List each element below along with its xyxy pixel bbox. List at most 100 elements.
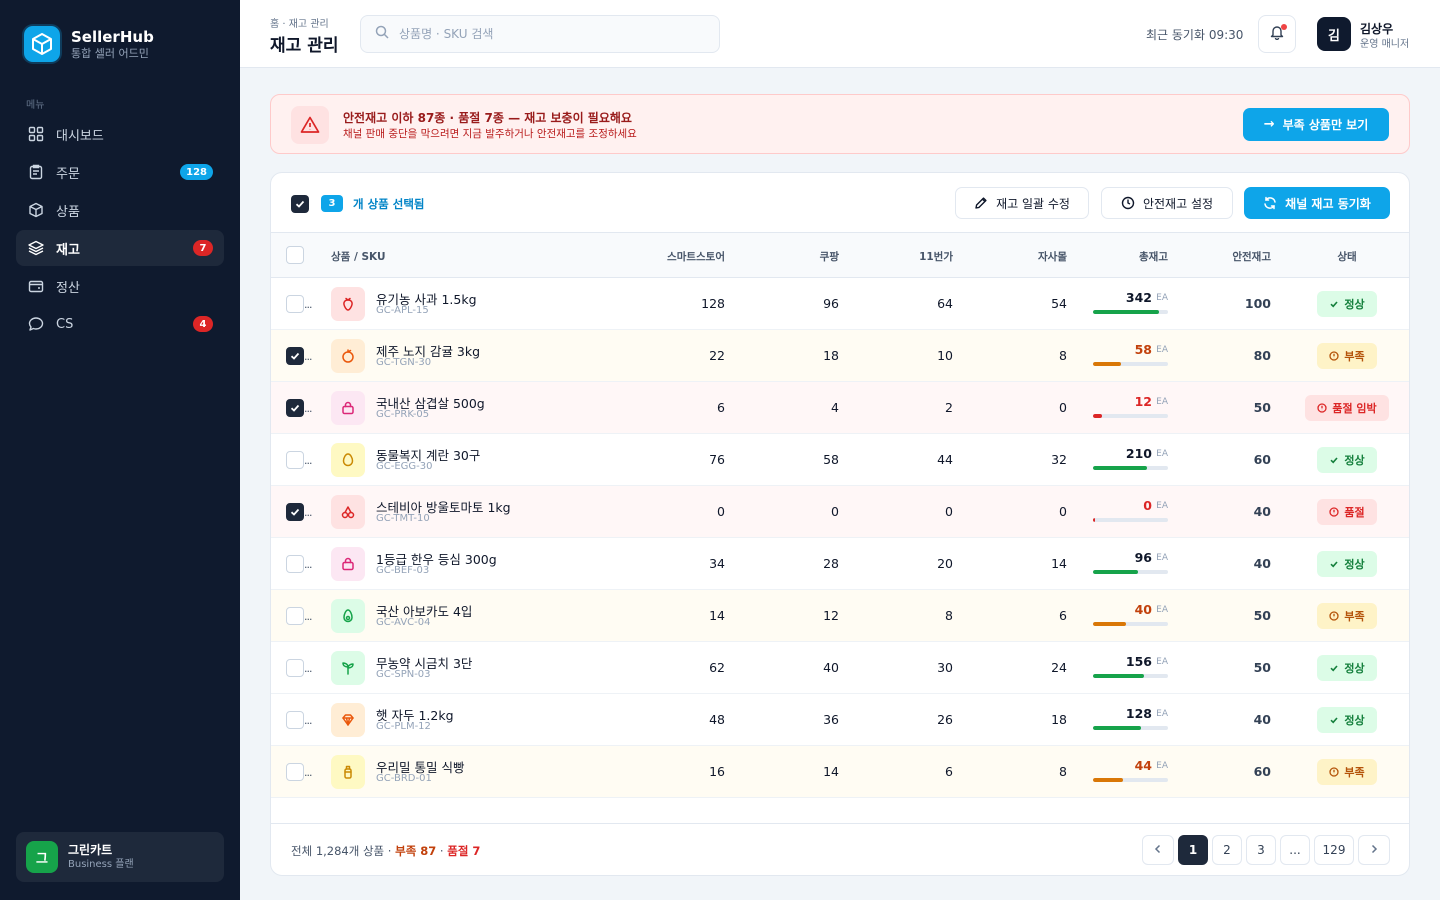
table-row[interactable]: ... 국내산 삼겹살 500g GC-PRK-05 6 4 2 0 12 EA… (271, 382, 1409, 434)
stock-level-bar (1093, 466, 1168, 470)
total-stock-unit: EA (1156, 553, 1168, 563)
store-name: 그린카트 (68, 843, 113, 857)
row-checkbox[interactable] (286, 659, 304, 677)
row-more-icon[interactable]: ... (304, 662, 312, 675)
status-badge: 정상 (1317, 707, 1377, 733)
row-checkbox[interactable] (286, 451, 304, 469)
row-checkbox[interactable] (286, 555, 304, 573)
brand[interactable]: SellerHub 통합 셀러 어드민 (24, 26, 154, 62)
smartstore-stock: 14 (709, 608, 725, 623)
total-stock-unit: EA (1156, 345, 1168, 355)
table-row[interactable]: ... 1등급 한우 등심 300g GC-BEF-03 34 28 20 14… (271, 538, 1409, 590)
total-stock-unit: EA (1156, 449, 1168, 459)
safety-stock: 50 (1253, 400, 1271, 415)
table-row[interactable]: ... 스테비아 방울토마토 1kg GC-TMT-10 0 0 0 0 0 E… (271, 486, 1409, 538)
search-box[interactable] (360, 15, 720, 53)
stock-level-fill (1093, 362, 1121, 366)
alert-circle-icon (1329, 507, 1340, 517)
total-stock-value: 12 (1134, 394, 1152, 409)
row-more-icon[interactable]: ... (304, 350, 312, 363)
total-stock-unit: EA (1156, 293, 1168, 303)
row-checkbox[interactable] (286, 607, 304, 625)
user-avatar[interactable]: 김 (1317, 17, 1351, 51)
table-row[interactable]: ... 제주 노지 감귤 3kg GC-TGN-30 22 18 10 8 58… (271, 330, 1409, 382)
safety-stock: 40 (1253, 712, 1271, 727)
table-row[interactable]: ... 국산 아보카도 4입 GC-AVC-04 14 12 8 6 40 EA… (271, 590, 1409, 642)
sidebar-item-dashboard[interactable]: 대시보드 (16, 116, 224, 152)
brand-name: SellerHub (71, 27, 154, 46)
row-more-icon[interactable]: ... (304, 610, 312, 623)
search-icon (375, 25, 389, 43)
stock-level-fill (1093, 622, 1126, 626)
stock-level-bar (1093, 518, 1168, 522)
selection-checkbox[interactable] (291, 195, 309, 213)
dial-icon (1121, 196, 1135, 210)
table-row[interactable]: ... 햇 자두 1.2kg GC-PLM-12 48 36 26 18 128… (271, 694, 1409, 746)
stock-level-bar (1093, 310, 1168, 314)
footer-separator: · (436, 844, 448, 858)
sidebar-item-settlement[interactable]: 정산 (16, 268, 224, 304)
search-input[interactable] (399, 27, 699, 41)
row-more-icon[interactable]: ... (304, 402, 312, 415)
smartstore-stock: 76 (709, 452, 725, 467)
orders-count-badge: 128 (180, 164, 213, 180)
table-row[interactable]: ... 유기농 사과 1.5kg GC-APL-15 128 96 64 54 … (271, 278, 1409, 330)
safety-stock-setting-button[interactable]: 안전재고 설정 (1101, 187, 1233, 219)
sidebar-item-label: 정산 (56, 280, 80, 296)
avocado-icon (331, 599, 365, 633)
total-stock-unit: EA (1156, 657, 1168, 667)
row-more-icon[interactable]: ... (304, 454, 312, 467)
row-more-icon[interactable]: ... (304, 766, 312, 779)
table-footer: 전체 1,284개 상품 · 부족 87 · 품절 7 1 2 3 ... 12… (271, 823, 1409, 875)
sidebar-item-inventory[interactable]: 재고 7 (16, 230, 224, 266)
product-sku: GC-PLM-12 (376, 721, 431, 732)
show-short-only-button[interactable]: → 부족 상품만 보기 (1243, 108, 1389, 141)
table-row[interactable]: ... 무농약 시금치 3단 GC-SPN-03 62 40 30 24 156… (271, 642, 1409, 694)
smartstore-stock: 62 (709, 660, 725, 675)
coupang-stock: 36 (823, 712, 839, 727)
bottle-icon (331, 755, 365, 789)
inventory-count-badge: 7 (193, 240, 213, 256)
page-button-3[interactable]: 3 (1246, 835, 1276, 865)
select-all-checkbox[interactable] (286, 246, 304, 264)
store-switcher[interactable]: 그 그린카트 Business 플랜 (16, 832, 224, 882)
next-page-button[interactable] (1358, 835, 1390, 865)
row-more-icon[interactable]: ... (304, 506, 312, 519)
check-icon (1329, 663, 1339, 673)
channel-sync-button[interactable]: 채널 재고 동기화 (1244, 187, 1390, 219)
low-stock-alert: 안전재고 이하 87종 · 품절 7종 — 재고 보충이 필요해요 채널 판매 … (270, 94, 1410, 154)
sidebar-item-orders[interactable]: 주문 128 (16, 154, 224, 190)
row-more-icon[interactable]: ... (304, 558, 312, 571)
row-checkbox[interactable] (286, 347, 304, 365)
stock-level-bar (1093, 414, 1168, 418)
total-stock-unit: EA (1156, 605, 1168, 615)
prev-page-button[interactable] (1142, 835, 1174, 865)
table-row[interactable]: ... 우리밀 통밀 식빵 GC-BRD-01 16 14 6 8 44 EA … (271, 746, 1409, 798)
bulk-edit-button[interactable]: 재고 일괄 수정 (955, 187, 1089, 219)
row-checkbox[interactable] (286, 711, 304, 729)
column-header-own-mall: 자사몰 (1038, 251, 1067, 263)
table-row[interactable]: ... 동물복지 계란 30구 GC-EGG-30 76 58 44 32 21… (271, 434, 1409, 486)
11st-stock: 2 (945, 400, 953, 415)
page-button-1[interactable]: 1 (1178, 835, 1208, 865)
notifications-button[interactable] (1258, 15, 1296, 53)
check-icon (1329, 715, 1339, 725)
top-header: 홈 · 재고 관리 재고 관리 최근 동기화 09:30 김 김상우 운영 매니… (240, 0, 1440, 68)
row-checkbox[interactable] (286, 503, 304, 521)
row-checkbox[interactable] (286, 763, 304, 781)
page-button-2[interactable]: 2 (1212, 835, 1242, 865)
sidebar-item-products[interactable]: 상품 (16, 192, 224, 228)
total-stock-value: 156 (1125, 654, 1152, 669)
page-button-last[interactable]: 129 (1314, 835, 1354, 865)
row-more-icon[interactable]: ... (304, 298, 312, 311)
row-checkbox[interactable] (286, 295, 304, 313)
own-mall-stock: 0 (1059, 504, 1067, 519)
product-sku: GC-BRD-01 (376, 773, 432, 784)
row-more-icon[interactable]: ... (304, 714, 312, 727)
warning-triangle-icon (291, 106, 329, 144)
product-sku: GC-BEF-03 (376, 565, 430, 576)
sidebar-item-cs[interactable]: CS 4 (16, 306, 224, 342)
11st-stock: 8 (945, 608, 953, 623)
check-icon (1329, 455, 1339, 465)
row-checkbox[interactable] (286, 399, 304, 417)
